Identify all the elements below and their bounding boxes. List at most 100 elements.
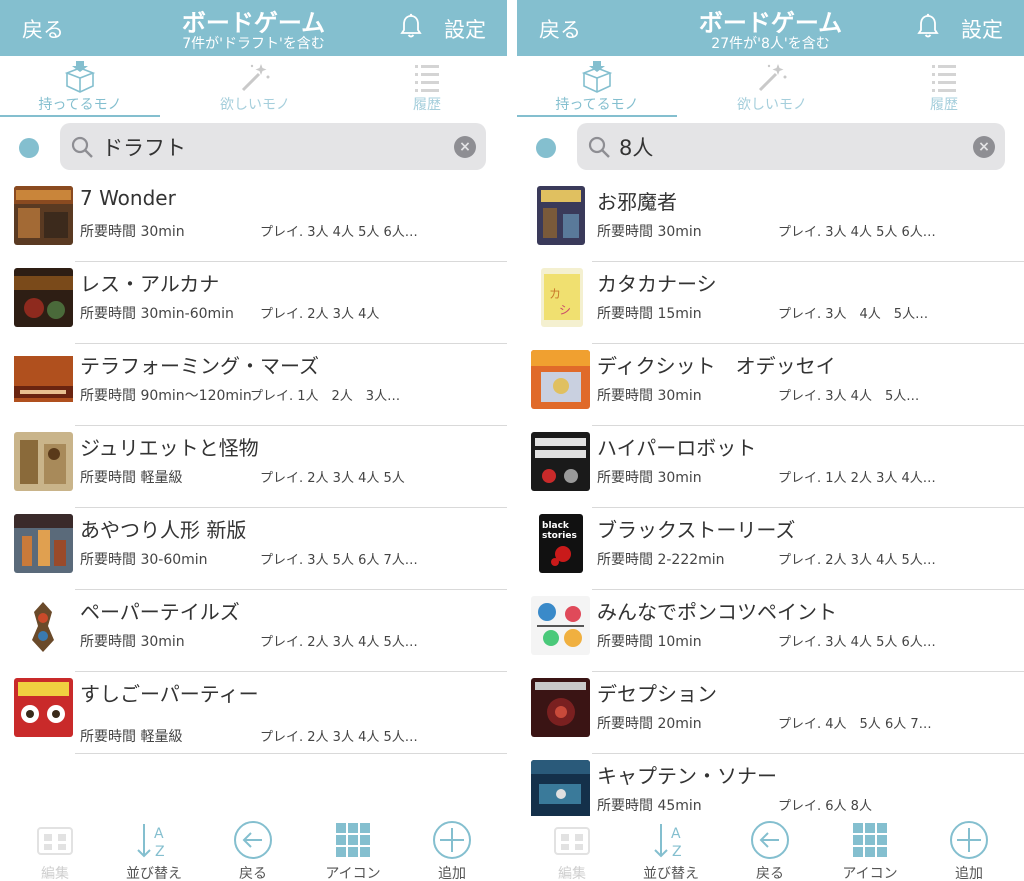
game-title: カタカナーシ bbox=[597, 272, 717, 296]
screen-right: 戻る ボードゲーム 27件が'8人'を含む 設定 持ってるモノ 欲しいモノ 履歴… bbox=[517, 0, 1024, 881]
list-item[interactable]: お邪魔者 所要時間 30min プレイ. 3人 4人 5人 6人… bbox=[517, 180, 1024, 262]
player-count: プレイ. 2人 3人 4人 5人… bbox=[260, 730, 418, 745]
toolbar-label: 並び替え bbox=[643, 866, 699, 881]
search-bar[interactable]: ドラフト × bbox=[60, 123, 486, 170]
list-item[interactable]: ディクシット オデッセイ 所要時間 30min プレイ. 3人 4人 5人… bbox=[517, 344, 1024, 426]
game-title: みんなでポンコツペイント bbox=[597, 600, 837, 624]
list-item[interactable]: みんなでポンコツペイント 所要時間 10min プレイ. 3人 4人 5人 6人… bbox=[517, 590, 1024, 672]
game-title: デセプション bbox=[597, 682, 717, 706]
tab-label: 履歴 bbox=[930, 97, 958, 113]
game-thumbnail bbox=[14, 268, 73, 327]
player-count: プレイ. 3人 4人 5人 6人… bbox=[260, 225, 418, 240]
sort-az-icon: A Z bbox=[654, 824, 682, 860]
player-count: プレイ. 3人 4人 5人 6人… bbox=[778, 225, 936, 240]
svg-text:A: A bbox=[671, 826, 681, 842]
game-title: ジュリエットと怪物 bbox=[80, 436, 259, 460]
list-item[interactable]: レス・アルカナ 所要時間 30min-60min プレイ. 2人 3人 4人 bbox=[0, 262, 507, 344]
grid-icon bbox=[336, 823, 370, 857]
list-item[interactable]: テラフォーミング・マーズ 所要時間 90min〜120min プレイ. 1人 2… bbox=[0, 344, 507, 426]
bell-icon[interactable] bbox=[399, 13, 423, 39]
tab-bar: 持ってるモノ 欲しいモノ 履歴 bbox=[0, 56, 507, 118]
tab-owned[interactable]: 持ってるモノ bbox=[0, 56, 160, 118]
toolbar-label: 追加 bbox=[438, 866, 466, 881]
plus-circle-icon bbox=[950, 821, 988, 859]
player-count: プレイ. 3人 4人 5人… bbox=[778, 307, 929, 322]
player-count: プレイ. 3人 5人 6人 7人… bbox=[260, 553, 418, 568]
tab-label: 持ってるモノ bbox=[555, 97, 639, 113]
list-item[interactable]: デセプション 所要時間 20min プレイ. 4人 5人 6人 7… bbox=[517, 672, 1024, 754]
screen-left: 戻る ボードゲーム 7件が'ドラフト'を含む 設定 持ってるモノ 欲しいモノ 履… bbox=[0, 0, 507, 881]
list-item[interactable]: 7 Wonder 所要時間 30min プレイ. 3人 4人 5人 6人… bbox=[0, 180, 507, 262]
tab-history[interactable]: 履歴 bbox=[347, 56, 507, 118]
player-count: プレイ. 2人 3人 4人 bbox=[260, 307, 380, 322]
player-count: プレイ. 1人 2人 3人 4人… bbox=[778, 471, 936, 486]
list-item[interactable]: ジュリエットと怪物 所要時間 軽量級 プレイ. 2人 3人 4人 5人 bbox=[0, 426, 507, 508]
game-title: ブラックストーリーズ bbox=[597, 518, 796, 542]
list-icon bbox=[415, 65, 439, 92]
list-item[interactable]: あやつり人形 新版 所要時間 30-60min プレイ. 3人 5人 6人 7人… bbox=[0, 508, 507, 590]
list-item[interactable]: ペーパーテイルズ 所要時間 30min プレイ. 2人 3人 4人 5人… bbox=[0, 590, 507, 672]
game-thumbnail bbox=[531, 678, 590, 737]
tab-owned[interactable]: 持ってるモノ bbox=[517, 56, 677, 118]
sort-button[interactable]: A Z 並び替え bbox=[631, 816, 711, 881]
player-count: プレイ. 3人 4人 5人 6人… bbox=[778, 635, 936, 650]
toolbar-label: 戻る bbox=[756, 866, 784, 881]
game-thumbnail: black stories bbox=[539, 514, 583, 573]
add-button[interactable]: 追加 bbox=[412, 816, 492, 881]
player-count: プレイ. 4人 5人 6人 7… bbox=[778, 717, 932, 732]
clear-search-icon[interactable]: × bbox=[973, 136, 995, 158]
add-button[interactable]: 追加 bbox=[929, 816, 1009, 881]
edit-button[interactable]: 編集 bbox=[532, 816, 612, 881]
search-input[interactable]: 8人 bbox=[619, 132, 653, 162]
list-item[interactable]: すしごーパーティー 所要時間 軽量級 プレイ. 2人 3人 4人 5人… bbox=[0, 672, 507, 754]
settings-button[interactable]: 設定 bbox=[961, 14, 1003, 44]
game-title: 7 Wonder bbox=[80, 186, 176, 210]
game-title: レス・アルカナ bbox=[80, 272, 220, 296]
search-bar[interactable]: 8人 × bbox=[577, 123, 1005, 170]
svg-text:A: A bbox=[154, 826, 164, 842]
box-icon bbox=[581, 61, 613, 93]
game-thumbnail: カシ bbox=[541, 268, 583, 327]
tab-wishlist[interactable]: 欲しいモノ bbox=[692, 56, 852, 118]
tab-indicator bbox=[517, 115, 677, 117]
tab-label: 欲しいモノ bbox=[220, 97, 290, 113]
back-nav-button[interactable]: 戻る bbox=[730, 816, 810, 881]
list-item[interactable]: ハイパーロボット 所要時間 30min プレイ. 1人 2人 3人 4人… bbox=[517, 426, 1024, 508]
box-icon bbox=[64, 61, 96, 93]
svg-text:Z: Z bbox=[672, 844, 682, 860]
tab-indicator bbox=[0, 115, 160, 117]
play-time: 所要時間 30min bbox=[597, 470, 702, 486]
filter-dot[interactable] bbox=[536, 138, 556, 158]
svg-text:カ: カ bbox=[549, 287, 561, 301]
icon-view-button[interactable]: アイコン bbox=[313, 816, 393, 881]
list-item[interactable]: black stories ブラックストーリーズ 所要時間 2-222min プレ… bbox=[517, 508, 1024, 590]
game-title: お邪魔者 bbox=[597, 190, 677, 214]
sort-button[interactable]: A Z 並び替え bbox=[114, 816, 194, 881]
settings-button[interactable]: 設定 bbox=[444, 14, 486, 44]
bottom-toolbar: 編集 A Z 並び替え 戻る アイコン 追加 bbox=[0, 816, 507, 881]
game-title: すしごーパーティー bbox=[80, 682, 259, 706]
game-title: キャプテン・ソナー bbox=[597, 764, 777, 788]
edit-button[interactable]: 編集 bbox=[15, 816, 95, 881]
tab-bar: 持ってるモノ 欲しいモノ 履歴 bbox=[517, 56, 1024, 118]
list-item[interactable]: キャプテン・ソナー 所要時間 45min プレイ. 6人 8人 bbox=[517, 754, 1024, 816]
clear-search-icon[interactable]: × bbox=[454, 136, 476, 158]
nav-header: 戻る ボードゲーム 7件が'ドラフト'を含む 設定 bbox=[0, 0, 507, 56]
bell-icon[interactable] bbox=[916, 13, 940, 39]
player-count: プレイ. 2人 3人 4人 5人… bbox=[260, 635, 418, 650]
search-input[interactable]: ドラフト bbox=[102, 132, 186, 162]
tab-wishlist[interactable]: 欲しいモノ bbox=[175, 56, 335, 118]
game-thumbnail bbox=[537, 186, 585, 245]
icon-view-button[interactable]: アイコン bbox=[830, 816, 910, 881]
filter-dot[interactable] bbox=[19, 138, 39, 158]
game-thumbnail bbox=[14, 350, 73, 409]
toolbar-label: 追加 bbox=[955, 866, 983, 881]
tab-label: 履歴 bbox=[413, 97, 441, 113]
tab-history[interactable]: 履歴 bbox=[864, 56, 1024, 118]
game-thumbnail bbox=[531, 350, 590, 409]
list-item[interactable]: カシ カタカナーシ 所要時間 15min プレイ. 3人 4人 5人… bbox=[517, 262, 1024, 344]
back-nav-button[interactable]: 戻る bbox=[213, 816, 293, 881]
toolbar-label: 並び替え bbox=[126, 866, 182, 881]
game-title: ペーパーテイルズ bbox=[80, 600, 240, 624]
game-thumbnail bbox=[14, 432, 73, 491]
